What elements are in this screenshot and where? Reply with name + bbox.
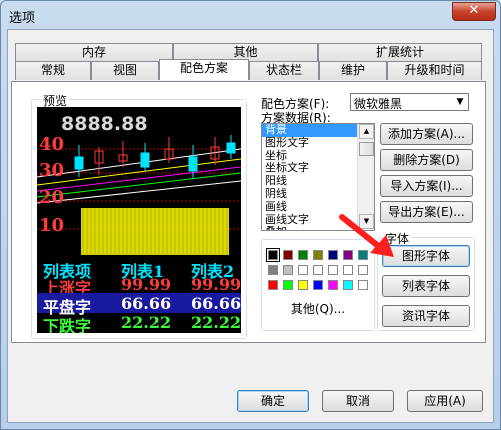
color-swatch[interactable] [298,280,308,290]
row-up-value1: 99.99 [121,275,172,294]
price-readout: 8888.88 [61,113,148,135]
color-swatch[interactable] [298,265,308,275]
color-swatch[interactable] [343,280,353,290]
tab-label: 其他 [233,45,258,59]
row-down-value2: 22.22 [191,313,241,332]
list-font-button[interactable]: 列表字体 [382,275,470,297]
color-swatch[interactable] [328,250,338,260]
tab-maintenance[interactable]: 维护 [319,61,387,80]
color-swatch[interactable] [266,248,280,262]
color-swatch[interactable] [313,265,323,275]
ok-button[interactable]: 确定 [237,390,309,412]
tab-label: 升级和时间 [404,63,465,77]
tab-label: 扩展统计 [375,45,424,59]
candle-body [226,142,236,154]
add-scheme-button[interactable]: 添加方案(A)... [380,123,473,145]
cancel-button[interactable]: 取消 [322,390,394,412]
options-window: 选项 ✕ 内存 其他 扩展统计 常规 视图 配色方案 状态栏 维护 升级和时间 … [0,0,501,430]
tab-label: 视图 [112,63,137,77]
row-down-value1: 22.22 [121,313,172,332]
color-swatch[interactable] [313,280,323,290]
color-swatch[interactable] [358,265,368,275]
color-swatch[interactable] [298,250,308,260]
annotation-arrow-icon [339,214,394,257]
row-up-value2: 99.99 [191,275,241,294]
tab-memory[interactable]: 内存 [15,43,173,62]
chevron-down-icon[interactable]: ▼ [452,94,468,110]
scroll-thumb[interactable] [359,142,374,156]
other-color-button[interactable]: 其他(Q)... [276,300,360,320]
preview-canvas: 8888.88 40 30 20 10 列表项 列表1 列表2 上涨字 99.9… [37,107,241,333]
candle-body [74,156,84,170]
candle-body [140,152,150,168]
color-swatch[interactable] [328,265,338,275]
tab-label: 配色方案 [179,61,228,75]
color-swatch[interactable] [283,280,293,290]
info-font-button[interactable]: 资讯字体 [382,305,470,327]
scheme-select-value: 微软雅黑 [354,97,403,111]
color-swatch[interactable] [358,280,368,290]
tab-label: 内存 [81,45,106,59]
row-down-label: 下跌字 [43,317,92,333]
color-swatch[interactable] [268,280,278,290]
delete-scheme-button[interactable]: 删除方案(D) [380,149,473,171]
candle-body [188,156,198,172]
color-swatch[interactable] [283,250,293,260]
tab-label: 状态栏 [265,63,302,77]
candlesticks [74,135,236,179]
color-swatch[interactable] [283,265,293,275]
list-item[interactable]: 背景 [262,124,357,137]
tab-extended-stats[interactable]: 扩展统计 [318,43,482,62]
tab-general[interactable]: 常规 [15,61,91,80]
close-button[interactable]: ✕ [452,2,496,21]
y-label-20: 20 [39,187,65,208]
row-flat-value1: 66.66 [121,294,172,313]
row-flat-value2: 66.66 [191,294,241,313]
tab-upgrade-time[interactable]: 升级和时间 [387,61,482,80]
apply-button[interactable]: 应用(A) [407,390,483,412]
import-scheme-button[interactable]: 导入方案(I)... [380,175,473,197]
scroll-up-icon[interactable]: ▲ [359,124,374,139]
scheme-select[interactable]: 微软雅黑 ▼ [350,93,469,111]
window-title: 选项 [9,11,36,26]
y-label-10: 10 [39,215,65,236]
tab-label: 维护 [340,63,365,77]
tab-label: 常规 [40,63,65,77]
title-bar: 选项 ✕ [1,1,500,29]
y-label-40: 40 [39,134,65,155]
color-swatch[interactable] [343,265,353,275]
tab-color-scheme[interactable]: 配色方案 [159,59,249,80]
color-swatch[interactable] [268,265,278,275]
color-swatch[interactable] [328,280,338,290]
tab-view[interactable]: 视图 [91,61,159,80]
color-swatch[interactable] [313,250,323,260]
y-label-30: 30 [39,160,65,181]
tab-status-bar[interactable]: 状态栏 [249,61,319,80]
